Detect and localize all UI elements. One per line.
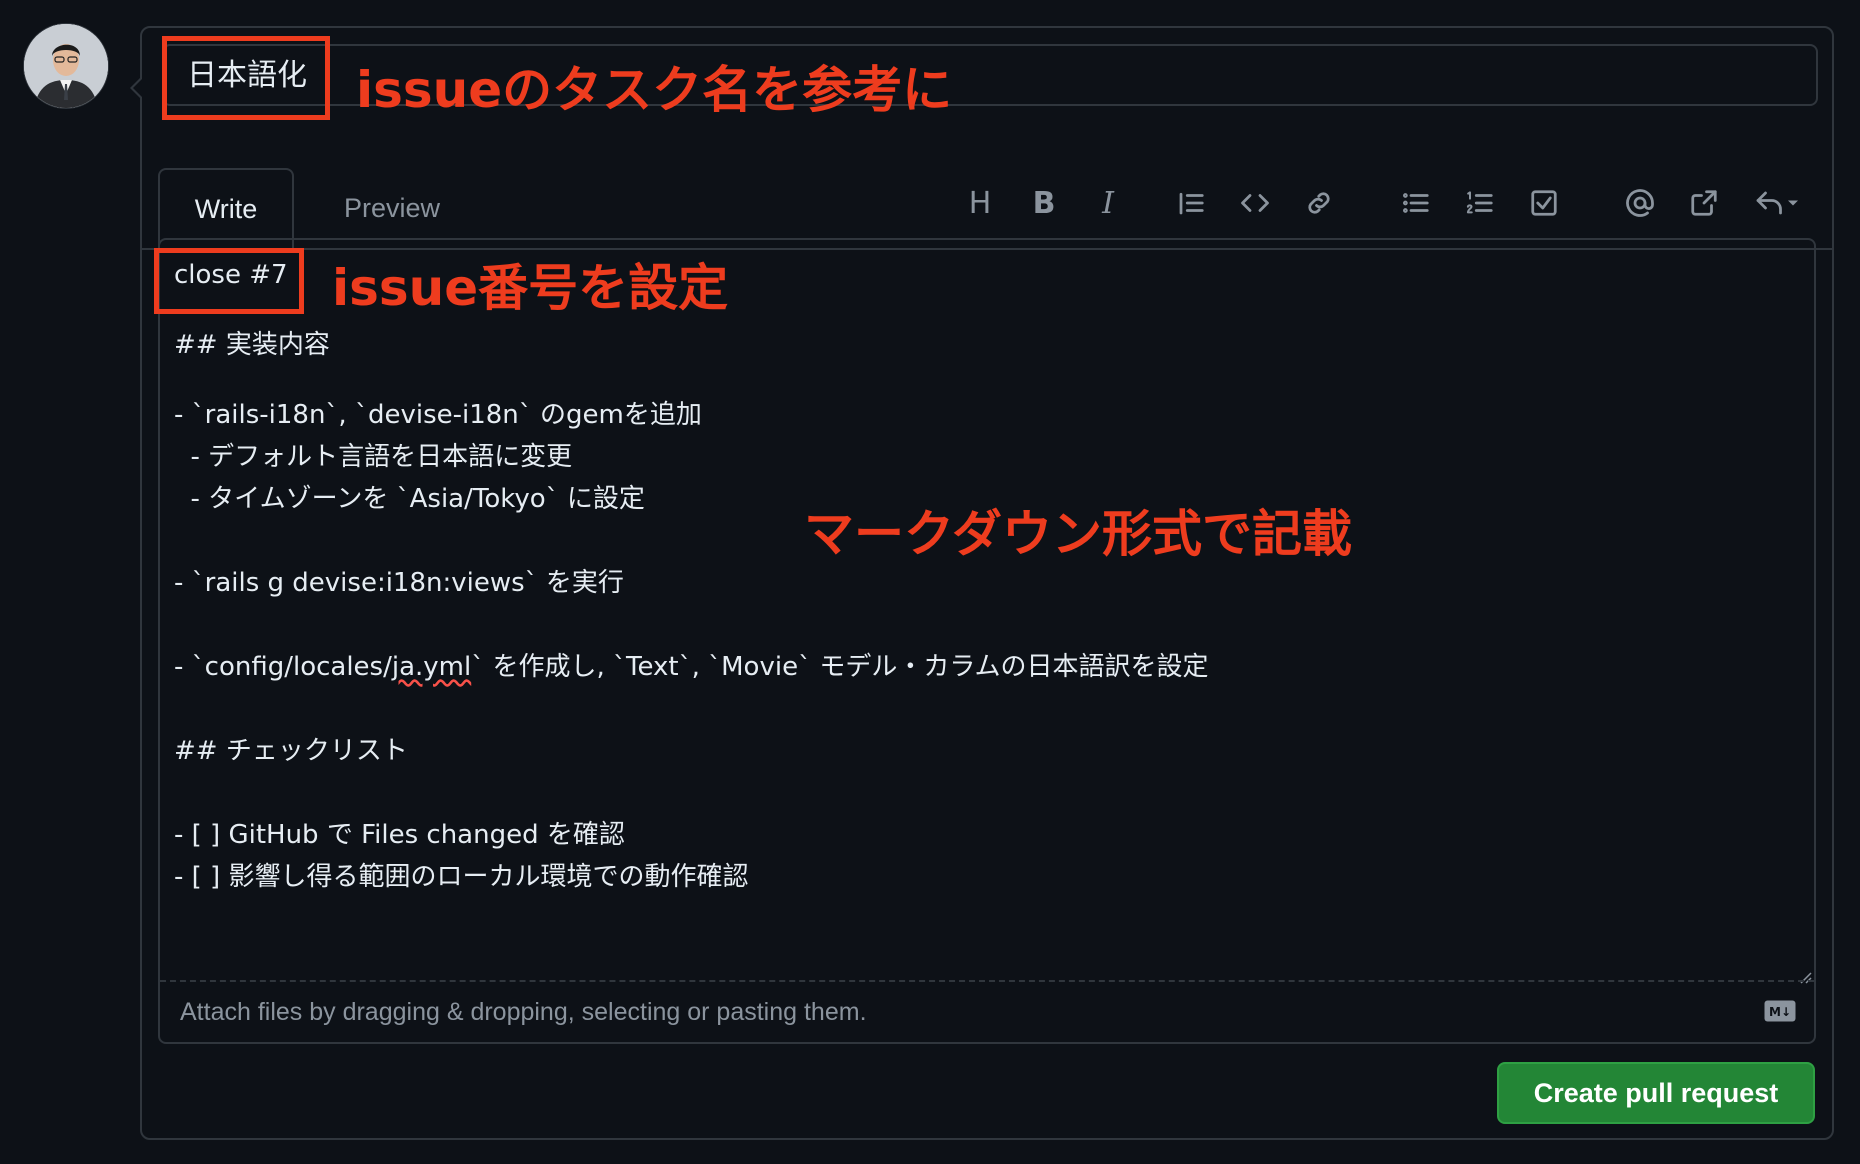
body-line-gem: - `rails-i18n`, `devise-i18n` のgemを追加 (174, 400, 702, 430)
bold-button[interactable]: B (1022, 178, 1066, 228)
mention-button[interactable] (1618, 178, 1662, 228)
pr-body-textarea[interactable]: close #7 ## 実装内容 - `rails-i18n`, `devise… (158, 238, 1816, 1044)
markdown-toolbar: H B I (142, 178, 1832, 228)
body-line-locales: - `config/locales/ja.yml` を作成し, `Text`, … (174, 652, 1209, 683)
file-attachment-dropzone[interactable]: Attach files by dragging & dropping, sel… (160, 980, 1814, 1042)
cross-reference-icon (1691, 190, 1717, 216)
task-list-button[interactable] (1522, 178, 1566, 228)
quote-button[interactable] (1169, 178, 1213, 228)
unordered-list-button[interactable] (1394, 178, 1438, 228)
title-annotation-label: issueのタスク名を参考に (356, 61, 953, 119)
reference-button[interactable] (1682, 178, 1726, 228)
at-mention-icon (1626, 189, 1654, 217)
body-line-check-files: - [ ] GitHub で Files changed を確認 (174, 820, 625, 850)
body-line-timezone: - タイムゾーンを `Asia/Tokyo` に設定 (174, 484, 645, 514)
body-line-locales-suffix: ` を作成し, `Text`, `Movie` モデル・カラムの日本語訳を設定 (471, 652, 1209, 682)
bold-icon: B (1032, 185, 1056, 221)
create-pull-request-button[interactable]: Create pull request (1497, 1062, 1815, 1124)
markdown-badge: M↓ (1769, 1005, 1791, 1019)
avatar[interactable] (24, 24, 108, 108)
body-line-heading-checklist: ## チェックリスト (174, 736, 408, 766)
code-icon (1241, 194, 1269, 212)
heading-icon: H (968, 185, 992, 221)
editor-tabs-bar: Write Preview H B I (142, 140, 1832, 250)
checkbox-icon (1531, 190, 1557, 216)
spellcheck-word: ja.yml (391, 652, 472, 682)
body-line-check-local: - [ ] 影響し得る範囲のローカル環境での動作確認 (174, 862, 749, 892)
saved-replies-button[interactable] (1746, 178, 1810, 228)
body-line-default-locale: - デフォルト言語を日本語に変更 (174, 442, 573, 472)
attach-hint: Attach files by dragging & dropping, sel… (180, 997, 867, 1026)
italic-button[interactable]: I (1086, 178, 1130, 228)
reply-icon (1756, 191, 1798, 215)
numbered-list-icon (1466, 191, 1493, 214)
code-button[interactable] (1233, 178, 1277, 228)
title-annotation-box (162, 36, 330, 120)
link-icon (1308, 192, 1330, 214)
body-line-devise-views: - `rails g devise:i18n:views` を実行 (174, 568, 624, 598)
body-line-locales-prefix: - `config/locales/ (174, 652, 392, 682)
heading-button[interactable]: H (958, 178, 1002, 228)
body-line-heading-implementation: ## 実装内容 (174, 330, 330, 360)
user-photo-icon (24, 24, 108, 108)
issue-number-annotation-label: issue番号を設定 (332, 259, 729, 317)
italic-icon: I (1102, 185, 1114, 221)
panel-caret (130, 76, 143, 100)
bullet-list-icon (1403, 193, 1429, 213)
quote-icon (1179, 192, 1204, 215)
pull-request-form: 日本語化 Write Preview H B I close #7 ## 実装内… (130, 26, 1834, 1140)
markdown-icon[interactable]: M↓ (1764, 1000, 1796, 1022)
link-button[interactable] (1297, 178, 1341, 228)
ordered-list-button[interactable] (1458, 178, 1502, 228)
issue-number-annotation-box (154, 248, 304, 314)
markdown-annotation-label: マークダウン形式で記載 (804, 505, 1352, 563)
